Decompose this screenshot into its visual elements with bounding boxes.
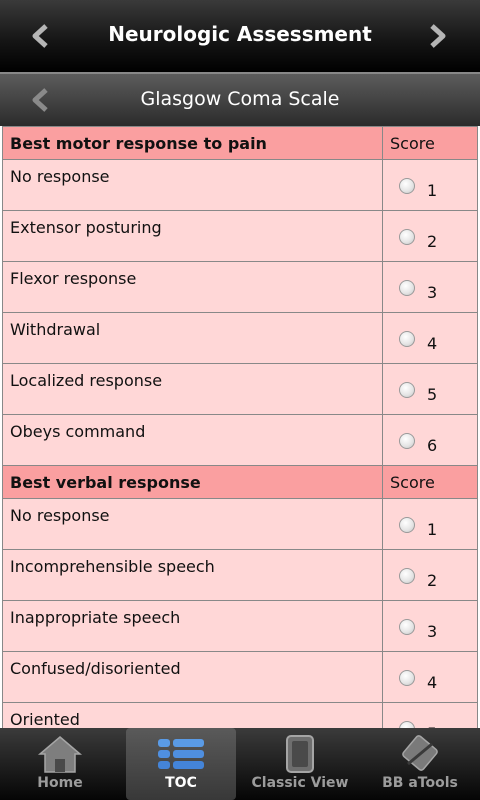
score-value: 3 [427,622,438,641]
score-value: 1 [427,520,438,539]
radio-button[interactable] [399,517,415,533]
row-label: No response [3,499,383,549]
tab-toc-label: TOC [165,775,197,791]
table-row[interactable]: Inappropriate speech 3 [2,600,478,652]
radio-button[interactable] [399,568,415,584]
row-label: Incomprehensible speech [3,550,383,600]
score-column-header: Score [390,473,435,492]
row-label: Localized response [3,364,383,414]
radio-button[interactable] [399,721,415,728]
tab-bb-atools[interactable]: BB aTools [360,728,480,800]
table-row[interactable]: No response 1 [2,159,478,211]
section-header-motor: Best motor response to pain Score [2,126,478,160]
score-value: 6 [427,436,438,455]
section-title-motor: Best motor response to pain [3,127,383,159]
table-row[interactable]: Oriented 5 [2,702,478,728]
sub-title-bar: Glasgow Coma Scale [0,72,480,126]
score-value: 5 [427,385,438,404]
page-title: Neurologic Assessment [108,22,372,46]
row-label: Inappropriate speech [3,601,383,651]
tab-home-label: Home [37,775,83,791]
table-row[interactable]: Flexor response 3 [2,261,478,313]
section-title-verbal: Best verbal response [3,466,383,498]
row-label: Flexor response [3,262,383,312]
radio-button[interactable] [399,619,415,635]
table-row[interactable]: Incomprehensible speech 2 [2,549,478,601]
tools-icon [402,735,438,771]
score-value: 2 [427,571,438,590]
tab-toc[interactable]: TOC [126,728,236,800]
radio-button[interactable] [399,382,415,398]
tab-bb-atools-label: BB aTools [382,775,458,791]
radio-button[interactable] [399,670,415,686]
row-label: Oriented [3,703,383,728]
tab-classic-view[interactable]: Classic View [240,728,360,800]
book-icon [286,735,314,773]
radio-button[interactable] [399,433,415,449]
table-row[interactable]: Obeys command 6 [2,414,478,466]
row-label: Extensor posturing [3,211,383,261]
radio-button[interactable] [399,280,415,296]
row-label: Withdrawal [3,313,383,363]
home-icon [37,736,83,773]
table-row[interactable]: Withdrawal 4 [2,312,478,364]
tab-classic-view-label: Classic View [251,775,349,791]
table-row[interactable]: No response 1 [2,498,478,550]
score-value: 2 [427,232,438,251]
section-title: Glasgow Coma Scale [140,88,340,110]
score-value: 1 [427,181,438,200]
tab-home[interactable]: Home [0,728,120,800]
title-bar: Neurologic Assessment [0,0,480,72]
row-label: Confused/disoriented [3,652,383,702]
bottom-tab-bar: Home TOC Classic View BB aTools [0,728,480,800]
toc-list-icon [158,739,204,769]
row-label: No response [3,160,383,210]
row-label: Obeys command [3,415,383,465]
score-value: 4 [427,673,438,692]
forward-button[interactable] [418,16,458,56]
table-row[interactable]: Confused/disoriented 4 [2,651,478,703]
radio-button[interactable] [399,178,415,194]
score-value: 3 [427,283,438,302]
radio-button[interactable] [399,229,415,245]
radio-button[interactable] [399,331,415,347]
chevron-right-icon [430,24,446,48]
scale-table[interactable]: Best motor response to pain Score No res… [0,126,480,728]
section-header-verbal: Best verbal response Score [2,465,478,499]
table-row[interactable]: Localized response 5 [2,363,478,415]
score-value: 4 [427,334,438,353]
score-column-header: Score [390,134,435,153]
table-row[interactable]: Extensor posturing 2 [2,210,478,262]
